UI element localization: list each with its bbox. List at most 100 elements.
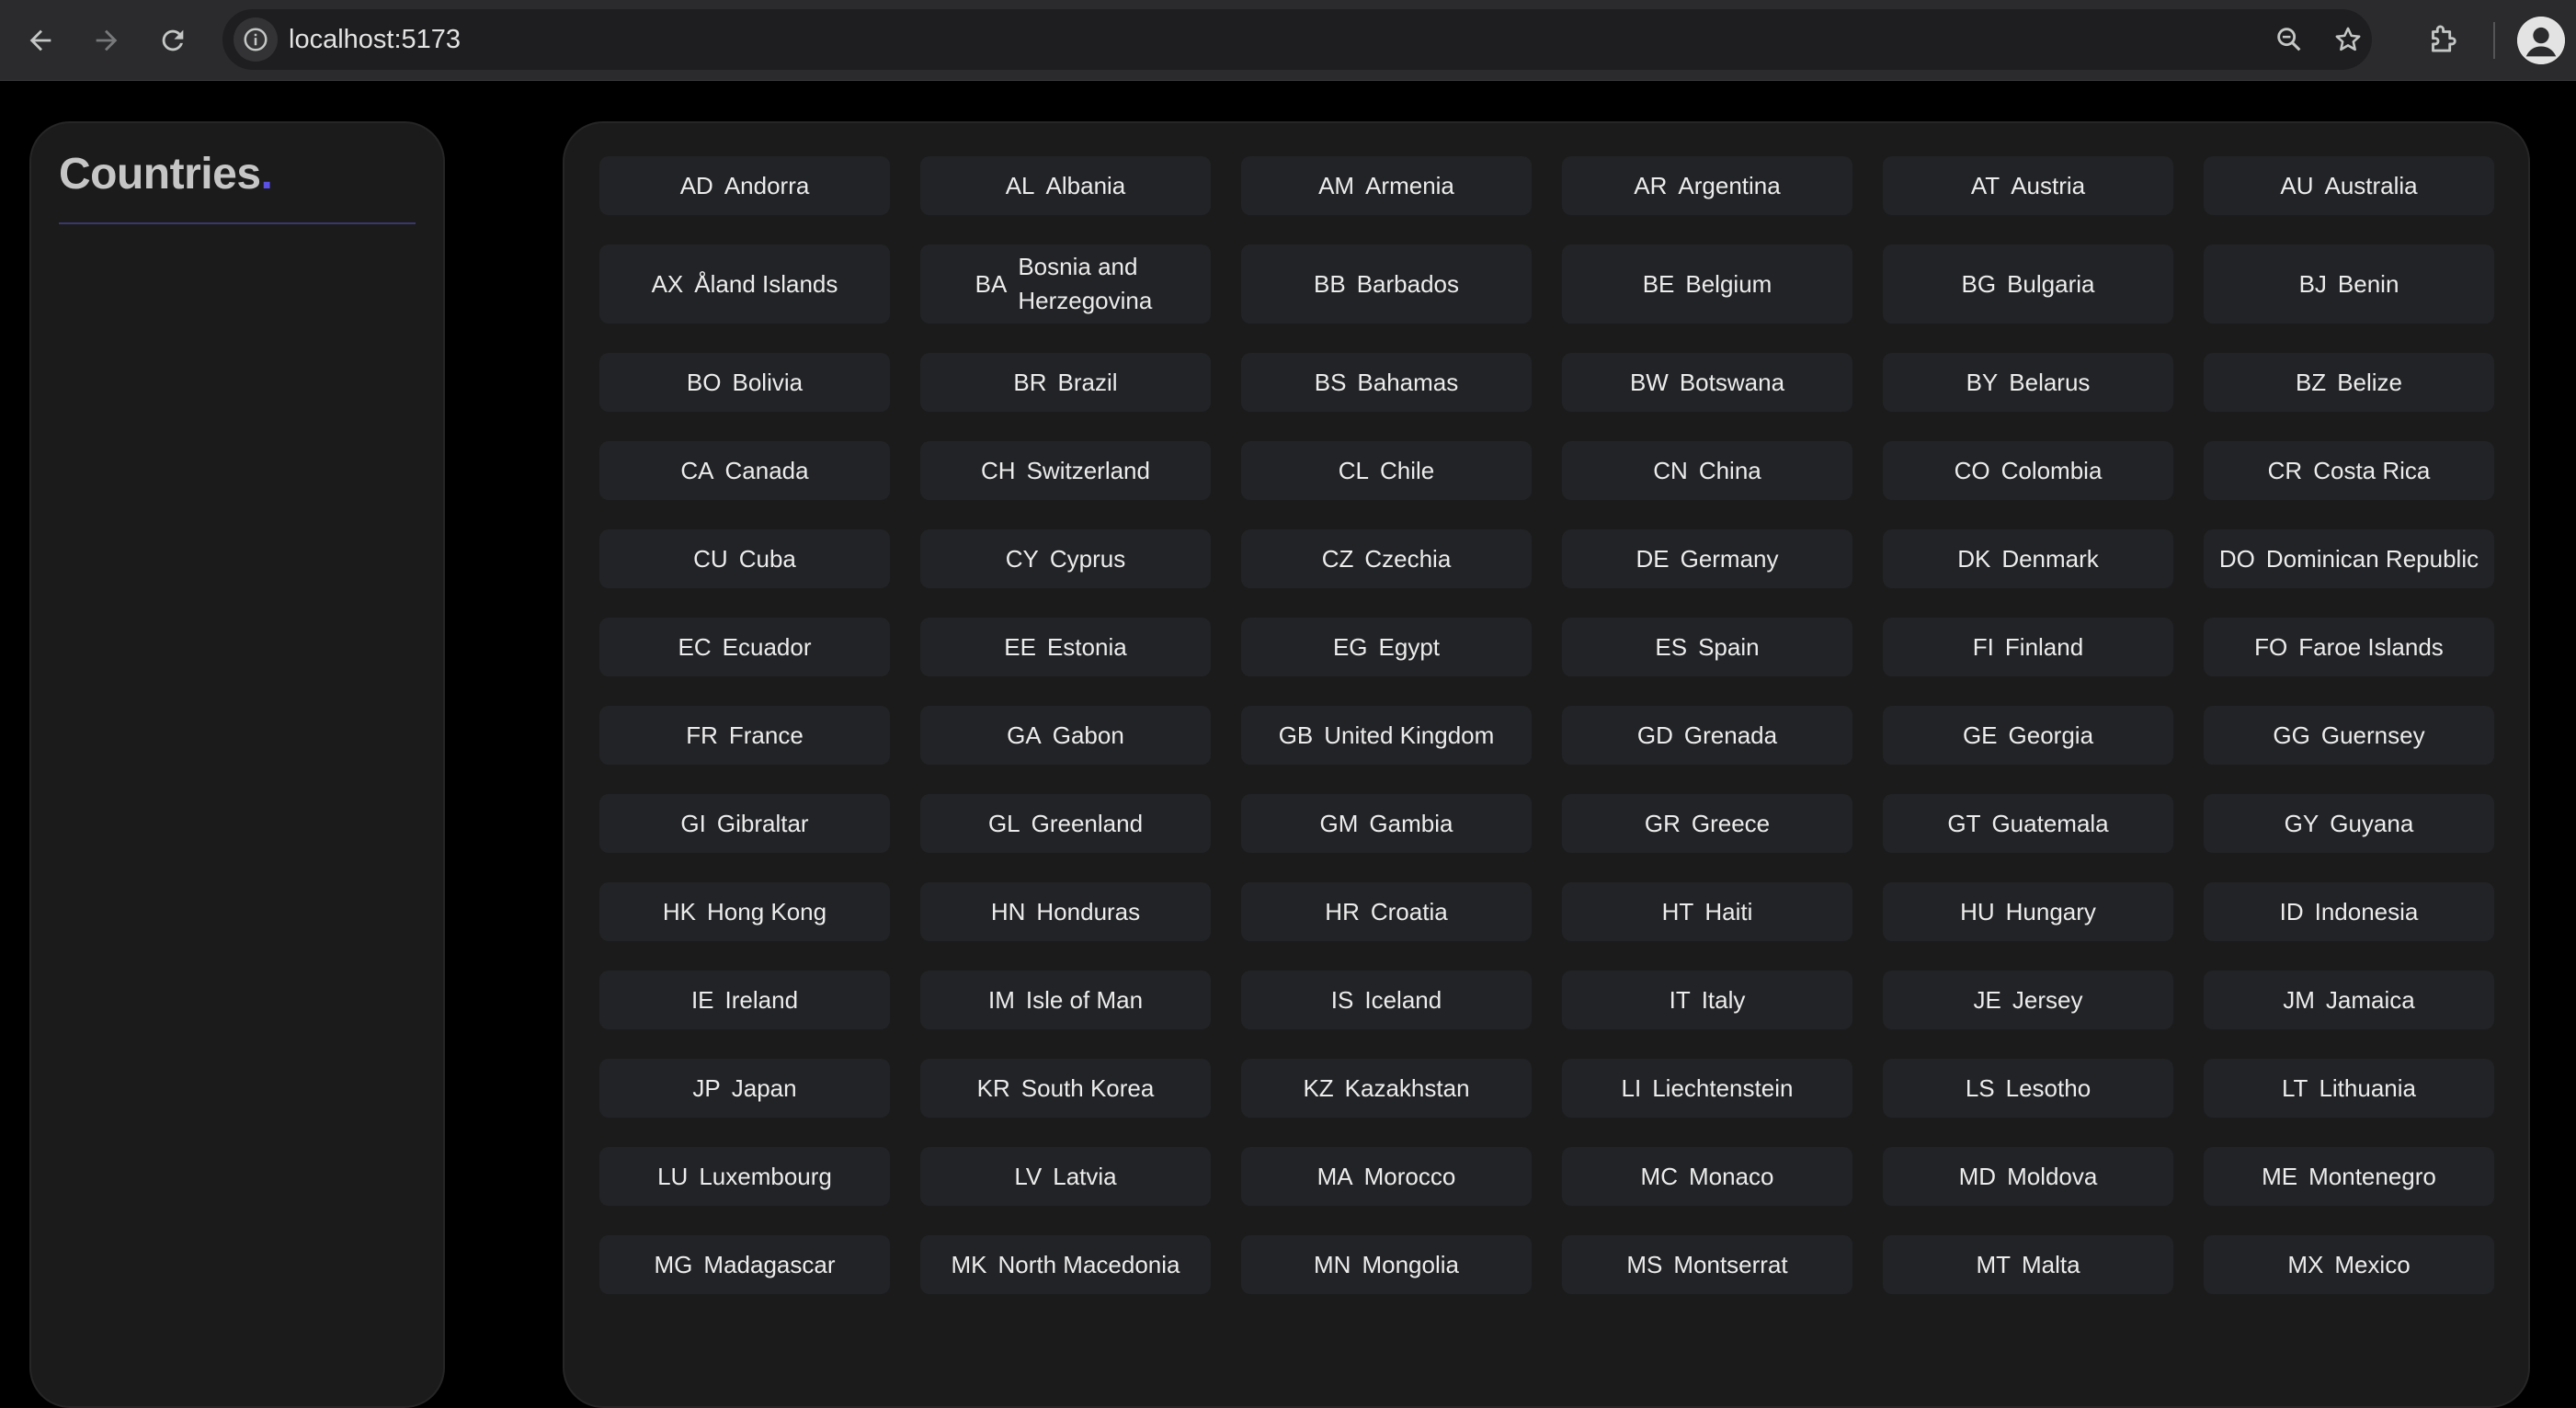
country-card[interactable]: BZ Belize bbox=[2204, 353, 2494, 412]
country-card[interactable]: GB United Kingdom bbox=[1241, 706, 1532, 765]
country-card[interactable]: EG Egypt bbox=[1241, 618, 1532, 676]
country-card[interactable]: AU Australia bbox=[2204, 156, 2494, 215]
country-card[interactable]: LV Latvia bbox=[920, 1147, 1211, 1206]
country-name: Faroe Islands bbox=[2298, 632, 2444, 661]
country-card[interactable]: GA Gabon bbox=[920, 706, 1211, 765]
country-card[interactable]: LI Liechtenstein bbox=[1562, 1059, 1852, 1118]
country-card[interactable]: MT Malta bbox=[1883, 1235, 2173, 1294]
country-card[interactable]: AX Åland Islands bbox=[599, 244, 890, 324]
country-card[interactable]: AL Albania bbox=[920, 156, 1211, 215]
country-name: Costa Rica bbox=[2313, 456, 2431, 484]
country-card[interactable]: AD Andorra bbox=[599, 156, 890, 215]
country-card[interactable]: DO Dominican Republic bbox=[2204, 529, 2494, 588]
country-card[interactable]: MK North Macedonia bbox=[920, 1235, 1211, 1294]
country-card[interactable]: BJ Benin bbox=[2204, 244, 2494, 324]
country-card[interactable]: ES Spain bbox=[1562, 618, 1852, 676]
country-card[interactable]: CL Chile bbox=[1241, 441, 1532, 500]
country-card[interactable]: GG Guernsey bbox=[2204, 706, 2494, 765]
country-card[interactable]: BB Barbados bbox=[1241, 244, 1532, 324]
country-card[interactable]: BS Bahamas bbox=[1241, 353, 1532, 412]
site-info-button[interactable] bbox=[234, 17, 278, 62]
country-card[interactable]: MC Monaco bbox=[1562, 1147, 1852, 1206]
country-code: IT bbox=[1669, 985, 1691, 1014]
reload-button[interactable] bbox=[151, 18, 195, 62]
back-button[interactable] bbox=[18, 18, 63, 62]
country-card[interactable]: GD Grenada bbox=[1562, 706, 1852, 765]
country-card[interactable]: GL Greenland bbox=[920, 794, 1211, 853]
country-card[interactable]: JE Jersey bbox=[1883, 971, 2173, 1029]
country-card[interactable]: EC Ecuador bbox=[599, 618, 890, 676]
country-card[interactable]: ME Montenegro bbox=[2204, 1147, 2494, 1206]
title-text: Countries bbox=[59, 150, 261, 199]
country-name: Guernsey bbox=[2320, 721, 2425, 749]
country-card[interactable]: MX Mexico bbox=[2204, 1235, 2494, 1294]
country-card[interactable]: GY Guyana bbox=[2204, 794, 2494, 853]
country-card[interactable]: BY Belarus bbox=[1883, 353, 2173, 412]
country-card[interactable]: KZ Kazakhstan bbox=[1241, 1059, 1532, 1118]
country-card[interactable]: BR Brazil bbox=[920, 353, 1211, 412]
country-card[interactable]: MG Madagascar bbox=[599, 1235, 890, 1294]
country-card[interactable]: CY Cyprus bbox=[920, 529, 1211, 588]
country-card[interactable]: CH Switzerland bbox=[920, 441, 1211, 500]
person-icon bbox=[2517, 17, 2565, 64]
url-text[interactable]: localhost:5173 bbox=[289, 9, 461, 70]
country-card[interactable]: GI Gibraltar bbox=[599, 794, 890, 853]
extensions-button[interactable] bbox=[2416, 15, 2468, 66]
country-card[interactable]: GR Greece bbox=[1562, 794, 1852, 853]
country-card[interactable]: MS Montserrat bbox=[1562, 1235, 1852, 1294]
country-card[interactable]: MN Mongolia bbox=[1241, 1235, 1532, 1294]
country-card[interactable]: HK Hong Kong bbox=[599, 882, 890, 941]
country-card[interactable]: EE Estonia bbox=[920, 618, 1211, 676]
country-card[interactable]: CO Colombia bbox=[1883, 441, 2173, 500]
country-card[interactable]: HT Haiti bbox=[1562, 882, 1852, 941]
country-name: Colombia bbox=[2000, 456, 2103, 484]
country-card[interactable]: ID Indonesia bbox=[2204, 882, 2494, 941]
country-card[interactable]: BG Bulgaria bbox=[1883, 244, 2173, 324]
bookmark-button[interactable] bbox=[2326, 17, 2370, 62]
country-card[interactable]: BE Belgium bbox=[1562, 244, 1852, 324]
country-card[interactable]: GM Gambia bbox=[1241, 794, 1532, 853]
country-card[interactable]: KR South Korea bbox=[920, 1059, 1211, 1118]
profile-button[interactable] bbox=[2517, 17, 2565, 64]
country-card[interactable]: HN Honduras bbox=[920, 882, 1211, 941]
country-card[interactable]: CU Cuba bbox=[599, 529, 890, 588]
country-card[interactable]: DK Denmark bbox=[1883, 529, 2173, 588]
country-card[interactable]: FI Finland bbox=[1883, 618, 2173, 676]
country-name: Bahamas bbox=[1357, 368, 1459, 396]
country-card[interactable]: DE Germany bbox=[1562, 529, 1852, 588]
country-card[interactable]: JP Japan bbox=[599, 1059, 890, 1118]
country-name: Argentina bbox=[1678, 171, 1781, 199]
country-card[interactable]: BW Botswana bbox=[1562, 353, 1852, 412]
country-card[interactable]: HU Hungary bbox=[1883, 882, 2173, 941]
country-card[interactable]: MD Moldova bbox=[1883, 1147, 2173, 1206]
country-card[interactable]: GT Guatemala bbox=[1883, 794, 2173, 853]
country-card[interactable]: GE Georgia bbox=[1883, 706, 2173, 765]
forward-button[interactable] bbox=[85, 18, 129, 62]
country-card[interactable]: AR Argentina bbox=[1562, 156, 1852, 215]
country-card[interactable]: JM Jamaica bbox=[2204, 971, 2494, 1029]
country-card[interactable]: AT Austria bbox=[1883, 156, 2173, 215]
country-card[interactable]: LU Luxembourg bbox=[599, 1147, 890, 1206]
country-card[interactable]: CN China bbox=[1562, 441, 1852, 500]
country-card[interactable]: FR France bbox=[599, 706, 890, 765]
country-card[interactable]: LT Lithuania bbox=[2204, 1059, 2494, 1118]
country-card[interactable]: IE Ireland bbox=[599, 971, 890, 1029]
country-code: HU bbox=[1960, 897, 1995, 925]
country-card[interactable]: MA Morocco bbox=[1241, 1147, 1532, 1206]
country-card[interactable]: IT Italy bbox=[1562, 971, 1852, 1029]
zoom-button[interactable] bbox=[2267, 17, 2311, 62]
address-bar[interactable]: localhost:5173 bbox=[222, 9, 2372, 70]
country-card[interactable]: BO Bolivia bbox=[599, 353, 890, 412]
country-card[interactable]: IM Isle of Man bbox=[920, 971, 1211, 1029]
country-card[interactable]: BA Bosnia and Herzegovina bbox=[920, 244, 1211, 324]
country-card[interactable]: CZ Czechia bbox=[1241, 529, 1532, 588]
country-card[interactable]: IS Iceland bbox=[1241, 971, 1532, 1029]
country-code: IS bbox=[1330, 985, 1354, 1014]
country-card[interactable]: CR Costa Rica bbox=[2204, 441, 2494, 500]
country-card[interactable]: CA Canada bbox=[599, 441, 890, 500]
country-card[interactable]: FO Faroe Islands bbox=[2204, 618, 2494, 676]
country-card[interactable]: LS Lesotho bbox=[1883, 1059, 2173, 1118]
country-code: CA bbox=[680, 456, 714, 484]
country-card[interactable]: HR Croatia bbox=[1241, 882, 1532, 941]
country-card[interactable]: AM Armenia bbox=[1241, 156, 1532, 215]
